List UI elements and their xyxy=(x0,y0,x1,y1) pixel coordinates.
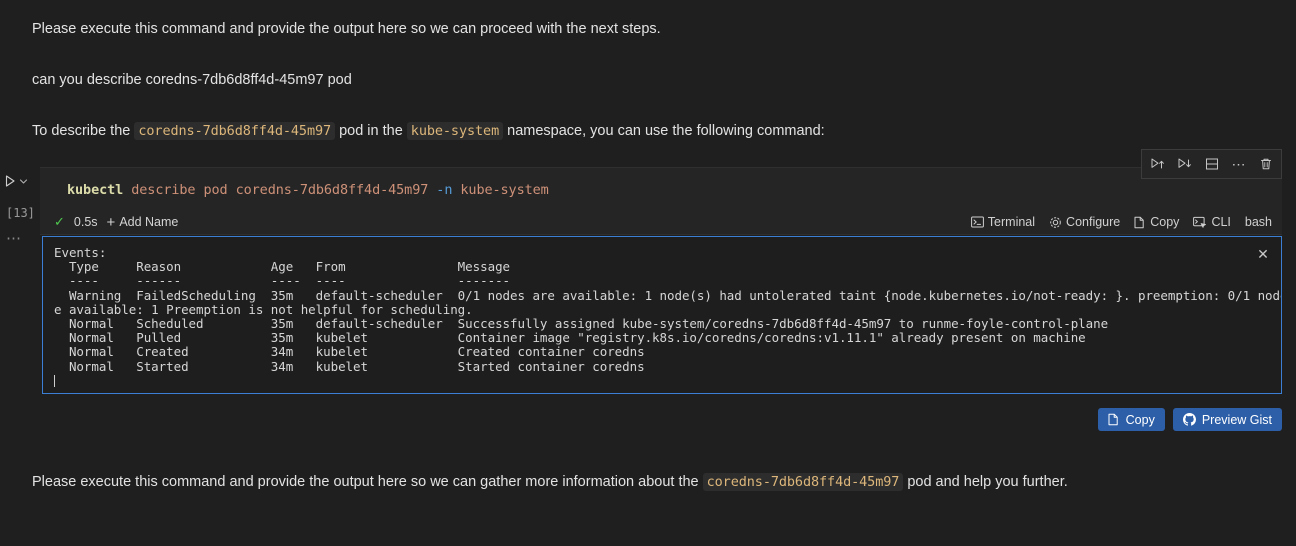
execution-duration: 0.5s xyxy=(73,215,98,229)
message-text-part: pod and help you further. xyxy=(903,474,1068,490)
code-token-args: describe pod coredns-7db6d8ff4d-45m97 xyxy=(131,182,429,198)
inline-code-pod-name: coredns-7db6d8ff4d-45m97 xyxy=(134,122,336,140)
shell-indicator: bash xyxy=(1244,215,1272,229)
cell-toolbar: ⋯ xyxy=(1141,149,1282,179)
cli-button[interactable]: CLI xyxy=(1193,215,1231,229)
code-token-namespace: kube-system xyxy=(460,182,549,198)
output-actions: Copy Preview Gist xyxy=(1097,408,1282,431)
cli-label: CLI xyxy=(1211,215,1231,229)
configure-button[interactable]: Configure xyxy=(1049,215,1120,229)
preview-gist-label: Preview Gist xyxy=(1201,412,1272,427)
cell-more-actions[interactable]: ⋯ xyxy=(6,231,23,246)
close-output-icon[interactable]: ✕ xyxy=(1254,245,1272,263)
run-below-icon[interactable] xyxy=(1171,151,1198,177)
copy-status-button[interactable]: Copy xyxy=(1134,215,1179,229)
gear-icon xyxy=(1050,216,1061,228)
code-token-executable: kubectl xyxy=(67,182,124,198)
message-text-part: To describe the xyxy=(32,123,135,139)
inline-code-pod-name: coredns-7db6d8ff4d-45m97 xyxy=(702,473,904,491)
cell-output-panel[interactable]: Events: Type Reason Age From Message ---… xyxy=(42,236,1282,394)
assistant-message-3: Please execute this command and provide … xyxy=(32,472,1068,494)
preview-gist-button[interactable]: Preview Gist xyxy=(1172,408,1282,431)
terminal-button[interactable]: Terminal xyxy=(970,215,1036,229)
add-name-button[interactable]: + Add Name xyxy=(107,215,179,230)
success-check-icon: ✓ xyxy=(54,214,65,229)
chevron-down-icon xyxy=(19,178,28,184)
message-text-part: Please execute this command and provide … xyxy=(32,474,703,490)
message-text-part: pod in the xyxy=(335,123,407,139)
copy-icon xyxy=(1134,216,1144,228)
execution-count: [13] xyxy=(6,206,35,220)
message-text-part: namespace, you can use the following com… xyxy=(503,123,825,139)
code-token-flag: -n xyxy=(436,182,453,198)
github-icon xyxy=(1182,413,1196,426)
configure-label: Configure xyxy=(1066,215,1121,229)
copy-output-button[interactable]: Copy xyxy=(1097,408,1165,431)
terminal-cursor xyxy=(54,374,55,387)
assistant-message-1: Please execute this command and provide … xyxy=(32,21,661,37)
delete-cell-icon[interactable] xyxy=(1252,151,1279,177)
terminal-output: Events: Type Reason Age From Message ---… xyxy=(43,237,1281,388)
user-message: can you describe coredns-7db6d8ff4d-45m9… xyxy=(32,72,352,88)
cell-code-editor[interactable]: kubectl describe pod coredns-7db6d8ff4d-… xyxy=(40,168,1282,210)
plus-icon: + xyxy=(106,213,116,231)
split-cell-icon[interactable] xyxy=(1198,151,1225,177)
copy-output-label: Copy xyxy=(1125,412,1155,427)
run-cell-button[interactable] xyxy=(5,170,35,192)
notebook-cell[interactable]: kubectl describe pod coredns-7db6d8ff4d-… xyxy=(40,167,1282,235)
copy-icon xyxy=(1108,413,1118,426)
cell-status-bar: ✓ 0.5s + Add Name Terminal Configure Cop… xyxy=(40,210,1282,234)
copy-status-label: Copy xyxy=(1150,215,1180,229)
add-name-label: Add Name xyxy=(119,215,179,229)
inline-code-namespace: kube-system xyxy=(406,122,504,140)
terminal-icon xyxy=(970,216,984,228)
cli-icon xyxy=(1193,216,1207,228)
assistant-message-2: To describe the coredns-7db6d8ff4d-45m97… xyxy=(32,121,825,143)
more-options-icon[interactable]: ⋯ xyxy=(1225,151,1252,177)
terminal-output-text: Events: Type Reason Age From Message ---… xyxy=(54,245,1281,374)
terminal-label: Terminal xyxy=(987,215,1036,229)
run-above-icon[interactable] xyxy=(1144,151,1171,177)
play-icon xyxy=(5,175,15,187)
